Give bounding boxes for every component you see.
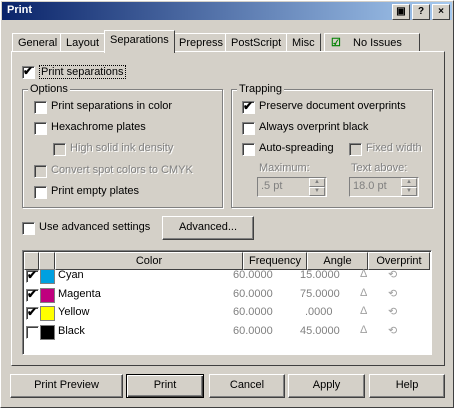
plate-frequency: 60.0000 xyxy=(233,269,273,281)
overprint-fill-icon[interactable]: Δ xyxy=(360,324,367,336)
check-mark-icon: ✔ xyxy=(27,287,38,301)
fixed-width-checkbox[interactable] xyxy=(349,143,362,156)
check-mark-icon: ✔ xyxy=(23,64,34,78)
header-color[interactable]: Color xyxy=(55,252,243,270)
header-overprint[interactable]: Overprint xyxy=(368,252,430,270)
text-above-label: Text above: xyxy=(351,162,408,174)
advanced-button[interactable]: Advanced... xyxy=(162,216,254,240)
check-mark-icon: ✔ xyxy=(243,99,254,113)
overprint-fill-icon[interactable]: Δ xyxy=(360,305,367,317)
print-separations-checkbox[interactable]: ✔ xyxy=(22,64,35,79)
spin-down-icon[interactable]: ▼ xyxy=(401,187,417,196)
hexachrome-checkbox[interactable] xyxy=(34,122,47,135)
close-button[interactable]: × xyxy=(432,4,450,20)
print-button[interactable]: Print xyxy=(126,374,204,398)
color-plates-table: Color Frequency Angle Overprint xyxy=(22,250,432,355)
always-overprint-black-label: Always overprint black xyxy=(259,121,369,133)
use-advanced-label: Use advanced settings xyxy=(39,221,151,233)
convert-spot-label: Convert spot colors to CMYK xyxy=(51,164,193,176)
print-separations-label: Print separations xyxy=(39,65,126,79)
plate-name: Cyan xyxy=(58,269,84,281)
cancel-button[interactable]: Cancel xyxy=(209,374,285,398)
spin-up-icon[interactable]: ▲ xyxy=(401,178,417,187)
plate-angle: .0000 xyxy=(305,306,333,318)
text-above-spinner[interactable]: 18.0 pt ▲ ▼ xyxy=(349,177,419,197)
help-button[interactable]: Help xyxy=(369,374,445,398)
apply-button[interactable]: Apply xyxy=(288,374,365,398)
auto-spreading-checkbox[interactable] xyxy=(242,143,255,156)
tab-misc[interactable]: Misc xyxy=(286,33,321,52)
plate-angle: 15.0000 xyxy=(300,269,340,281)
header-swatch-column[interactable] xyxy=(39,252,55,270)
plate-checkbox[interactable]: ✔ xyxy=(26,287,39,302)
plate-name: Yellow xyxy=(58,306,90,318)
color-swatch xyxy=(40,288,55,303)
color-swatch xyxy=(40,306,55,321)
plate-frequency: 60.0000 xyxy=(233,288,273,300)
preserve-overprints-checkbox[interactable]: ✔ xyxy=(242,99,255,114)
overprint-stroke-icon[interactable]: ⟲ xyxy=(388,305,397,318)
overprint-stroke-icon[interactable]: ⟲ xyxy=(388,324,397,337)
check-mark-icon: ✔ xyxy=(27,305,38,319)
convert-spot-checkbox[interactable] xyxy=(34,165,47,178)
plate-checkbox[interactable]: ✔ xyxy=(26,305,39,320)
color-swatch xyxy=(40,269,55,284)
maximum-label: Maximum: xyxy=(259,162,310,174)
print-preview-button[interactable]: Print Preview xyxy=(10,374,123,398)
color-swatch xyxy=(40,325,55,340)
spin-up-icon[interactable]: ▲ xyxy=(309,178,325,187)
maximum-spinner[interactable]: .5 pt ▲ ▼ xyxy=(257,177,327,197)
plate-name: Magenta xyxy=(58,288,101,300)
use-advanced-checkbox[interactable] xyxy=(22,222,35,235)
check-mark-icon: ✔ xyxy=(27,268,38,282)
plate-checkbox[interactable]: ✔ xyxy=(26,268,39,283)
print-empty-plates-checkbox[interactable] xyxy=(34,186,47,199)
header-angle[interactable]: Angle xyxy=(307,252,368,270)
always-overprint-black-checkbox[interactable] xyxy=(242,122,255,135)
plate-checkbox[interactable] xyxy=(26,326,39,339)
tab-layout[interactable]: Layout xyxy=(60,33,106,52)
fixed-width-label: Fixed width xyxy=(366,142,422,154)
help-title-button[interactable]: ? xyxy=(412,4,430,20)
options-group-title: Options xyxy=(28,83,70,95)
print-in-color-label: Print separations in color xyxy=(51,100,173,112)
context-help-icon[interactable]: ▣ xyxy=(392,4,410,20)
plate-frequency: 60.0000 xyxy=(233,325,273,337)
plate-frequency: 60.0000 xyxy=(233,306,273,318)
tab-no-issues-label: No Issues xyxy=(353,37,402,49)
tab-general[interactable]: General xyxy=(12,33,64,52)
title-bar: Print ▣ ? × xyxy=(2,2,452,20)
overprint-stroke-icon[interactable]: ⟲ xyxy=(388,287,397,300)
tab-prepress[interactable]: Prepress xyxy=(173,33,230,52)
issues-check-icon: ☑ xyxy=(331,37,341,49)
spin-down-icon[interactable]: ▼ xyxy=(309,187,325,196)
preserve-overprints-label: Preserve document overprints xyxy=(259,100,406,112)
tab-postscript[interactable]: PostScript xyxy=(225,33,288,52)
tab-separations[interactable]: Separations xyxy=(104,30,175,53)
tab-no-issues[interactable]: ☑ No Issues xyxy=(324,33,420,52)
overprint-fill-icon[interactable]: Δ xyxy=(360,268,367,280)
hexachrome-label: Hexachrome plates xyxy=(51,121,146,133)
plate-angle: 45.0000 xyxy=(300,325,340,337)
print-in-color-checkbox[interactable] xyxy=(34,101,47,114)
header-frequency[interactable]: Frequency xyxy=(243,252,307,270)
overprint-stroke-icon[interactable]: ⟲ xyxy=(388,268,397,281)
auto-spreading-label: Auto-spreading xyxy=(259,142,334,154)
text-above-value: 18.0 pt xyxy=(353,180,387,192)
high-solid-ink-label: High solid ink density xyxy=(70,142,174,154)
maximum-value: .5 pt xyxy=(261,180,283,192)
overprint-fill-icon[interactable]: Δ xyxy=(360,287,367,299)
window-title: Print xyxy=(7,4,33,16)
high-solid-ink-checkbox[interactable] xyxy=(53,143,66,156)
plate-name: Black xyxy=(58,325,85,337)
plate-angle: 75.0000 xyxy=(300,288,340,300)
trapping-group-title: Trapping xyxy=(237,83,285,95)
print-empty-plates-label: Print empty plates xyxy=(51,185,140,197)
